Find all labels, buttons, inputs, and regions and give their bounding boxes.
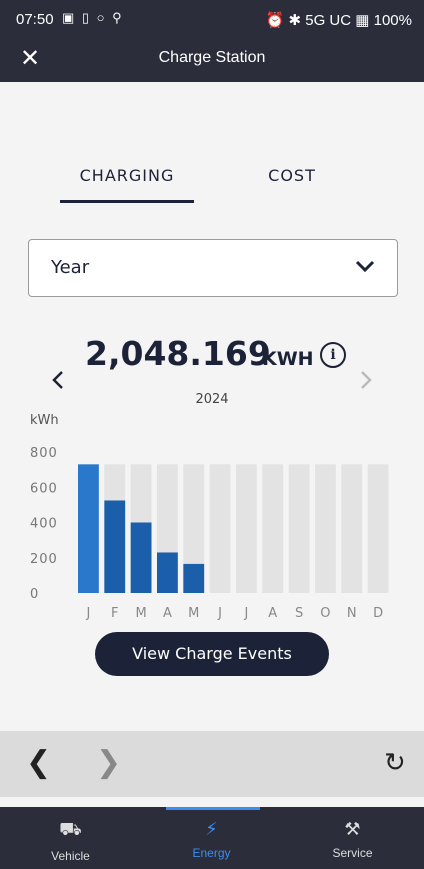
bottom-tab-service[interactable]: ⚒ Service [282,807,423,869]
bar-1[interactable] [104,500,126,593]
bar-background [315,464,336,593]
total-value: 2,048.169 [85,334,271,373]
x-tick-label: A [268,606,277,621]
bar-2[interactable] [130,522,152,594]
bolt-icon: ⚡ [205,819,218,840]
bluetooth-icon: ✱ [288,12,302,29]
bar-background [236,464,257,593]
monthly-bar-chart: 800 600 400 200 0 J F M A M J J A S O N D [30,446,389,621]
bottom-tab-label: Service [332,846,373,860]
network-label: 5G UC [305,12,352,29]
y-tick-label: 600 [30,481,58,496]
car-icon: ⛟ [59,819,82,840]
y-tick-label: 0 [30,587,39,602]
x-tick-label: S [295,606,303,621]
y-tick-label: 400 [30,517,58,532]
bottom-tab-label: Vehicle [51,849,90,863]
info-icon[interactable]: i [320,342,346,368]
alarm-icon: ⏰ [265,12,285,29]
main-content: CHARGING COST Year 2,048.169 KWH i 2024 … [0,82,424,807]
tab-bar: CHARGING COST [0,156,424,208]
bar-background [288,464,310,593]
bottom-tab-label: Energy [192,846,231,860]
app-header: ✕ Charge Station [0,38,424,82]
active-tab-indicator [60,200,194,203]
bar-4[interactable] [183,563,205,593]
bar-background [262,464,284,593]
bar-background [341,464,363,593]
x-tick-label: M [188,606,199,621]
bottom-tab-vehicle[interactable]: ⛟ Vehicle [0,807,141,869]
forward-icon[interactable]: ❯ [96,745,121,780]
chevron-down-icon [355,258,375,277]
total-unit: KWH [262,348,314,370]
status-time: 07:50 [16,11,54,28]
battery-label: 100% [373,12,412,29]
bar-3[interactable] [157,552,178,593]
x-tick-label: N [347,606,357,621]
y-tick-label: 200 [30,552,58,567]
back-icon[interactable]: ❮ [26,745,51,780]
status-bar: 07:50 ▣ ▯ ○ ⚲ ⏰ ✱ 5G UC ▦ 100% [0,0,424,38]
view-charge-events-button[interactable]: View Charge Events [95,632,329,676]
bar-background [367,464,389,593]
x-tick-label: O [320,606,330,621]
x-tick-label: J [85,606,90,621]
x-tick-label: J [217,606,222,621]
y-tick-label: 800 [30,446,58,461]
tab-charging[interactable]: CHARGING [62,166,192,185]
year-label: 2024 [195,392,229,407]
x-tick-label: D [373,606,383,621]
bottom-tab-bar: ⛟ Vehicle ⚡ Energy ⚒ Service [0,807,424,869]
y-axis-label: kWh [30,413,59,428]
total-energy: 2,048.169 KWH i [0,334,424,374]
x-tick-label: M [135,606,146,621]
bottom-tab-energy[interactable]: ⚡ Energy [141,807,282,869]
signal-icon: ▦ [355,12,370,29]
x-tick-label: A [163,606,172,621]
period-select[interactable]: Year [28,239,398,297]
tab-cost[interactable]: COST [230,166,354,185]
bar-0[interactable] [78,464,99,593]
x-tick-label: J [243,606,248,621]
tools-icon: ⚒ [344,819,361,840]
browser-navigation-bar: ❮ ❯ ↻ [0,731,424,797]
period-select-value: Year [51,257,90,278]
bar-background [209,464,231,593]
status-right: ⏰ ✱ 5G UC ▦ 100% [266,11,412,29]
page-title: Charge Station [158,49,266,66]
x-tick-label: F [111,606,118,621]
reload-icon[interactable]: ↻ [384,748,406,778]
status-notification-icons: ▣ ▯ ○ ⚲ [62,10,124,25]
